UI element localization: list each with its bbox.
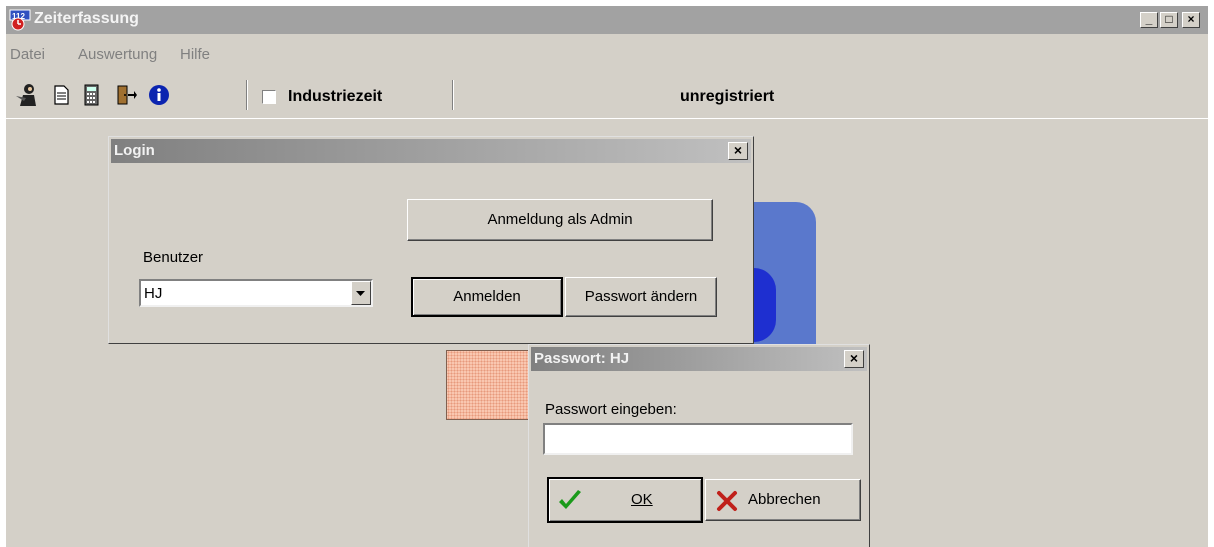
login-dialog-title: Login [114, 142, 155, 159]
login-dialog-titlebar[interactable]: Login × [111, 139, 751, 163]
password-close-button[interactable]: × [844, 350, 864, 368]
toolbar-separator [452, 80, 454, 110]
registration-status: unregistriert [680, 88, 775, 105]
password-dialog-title: Passwort: HJ [534, 350, 630, 367]
maximize-button[interactable]: □ [1160, 12, 1178, 28]
checkmark-icon [559, 490, 581, 509]
calculator-icon[interactable] [78, 82, 104, 108]
industriezeit-checkbox[interactable] [262, 90, 276, 104]
menu-datei[interactable]: Datei [10, 46, 45, 63]
clock-calendar-icon: 112 [9, 9, 31, 31]
password-dialog: Passwort: HJ × Passwort eingeben: OK Abb… [528, 344, 870, 547]
menu-auswertung[interactable]: Auswertung [78, 46, 157, 63]
user-login-icon[interactable] [14, 82, 40, 108]
chevron-down-icon [356, 291, 365, 296]
cancel-button[interactable]: Abbrechen [705, 479, 861, 521]
user-select-value: HJ [144, 285, 163, 302]
background-art-dark-blue [754, 268, 776, 342]
ok-button[interactable]: OK [547, 477, 703, 523]
close-window-button[interactable]: × [1182, 12, 1200, 28]
main-window: 112 Zeiterfassung _ □ × Datei Auswertung… [6, 6, 1208, 547]
password-input[interactable] [543, 423, 853, 455]
ok-button-label: OK [631, 491, 653, 508]
exit-door-icon[interactable] [112, 82, 138, 108]
industriezeit-label: Industriezeit [288, 88, 383, 105]
cancel-button-label: Abbrechen [748, 491, 821, 508]
info-icon[interactable] [146, 82, 172, 108]
login-dialog: Login × Anmeldung als Admin Benutzer HJ … [108, 136, 754, 344]
password-dialog-titlebar[interactable]: Passwort: HJ × [531, 347, 867, 371]
admin-login-button[interactable]: Anmeldung als Admin [407, 199, 713, 241]
main-titlebar[interactable]: 112 Zeiterfassung _ □ × [6, 6, 1208, 34]
change-password-button[interactable]: Passwort ändern [565, 277, 717, 317]
window-title: Zeiterfassung [34, 10, 139, 27]
toolbar-separator [246, 80, 248, 110]
login-close-button[interactable]: × [728, 142, 748, 160]
toolbar: Industriezeit unregistriert [6, 78, 1208, 119]
document-icon[interactable] [48, 82, 74, 108]
dropdown-arrow-button[interactable] [351, 281, 371, 305]
cancel-x-icon [717, 491, 737, 511]
minimize-button[interactable]: _ [1140, 12, 1158, 28]
user-select[interactable]: HJ [139, 279, 373, 307]
menu-hilfe[interactable]: Hilfe [180, 46, 210, 63]
password-prompt: Passwort eingeben: [545, 401, 677, 418]
menu-bar: Datei Auswertung Hilfe [6, 36, 1208, 63]
login-button[interactable]: Anmelden [411, 277, 563, 317]
user-label: Benutzer [143, 249, 204, 266]
